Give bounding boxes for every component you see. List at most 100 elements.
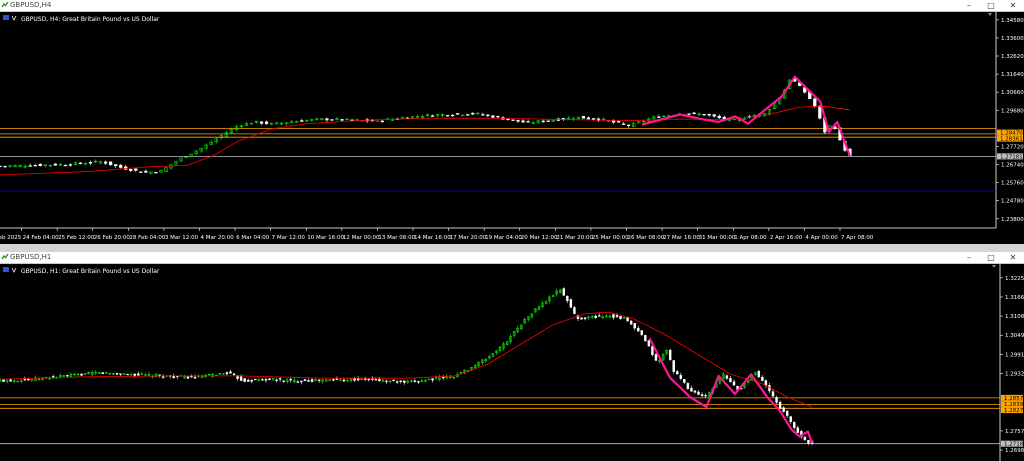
candle-body	[612, 314, 615, 318]
price-tick-label: 1.29680	[1001, 108, 1024, 114]
time-tick-label: 1 Apr 08:00	[734, 235, 767, 241]
minimize-button[interactable]: –	[958, 252, 980, 263]
candle-body	[134, 168, 138, 171]
candle-body	[581, 115, 586, 119]
candle-body	[796, 427, 800, 433]
price-tick-label: 1.27570	[1005, 429, 1024, 435]
chart-header: GBPUSD, H4: Great Britain Pound vs US Do…	[3, 15, 160, 23]
candle-body	[729, 378, 732, 382]
candle-body	[53, 163, 57, 166]
candle-body	[637, 327, 640, 332]
price-tick-label: 1.31665	[1005, 295, 1024, 301]
candle-body	[566, 295, 569, 302]
candle-body	[583, 317, 587, 320]
close-button[interactable]: ✕	[1002, 252, 1024, 263]
candle-body	[782, 407, 785, 412]
time-tick-label: 7 Mar 12:00	[272, 235, 306, 241]
candle-body	[442, 376, 445, 379]
candle-body	[190, 376, 193, 378]
candle-body	[732, 381, 736, 386]
candle-body	[657, 116, 661, 118]
window-titlebar[interactable]: GBPUSD,H4 – □ ✕	[0, 0, 1024, 12]
candle-body	[126, 373, 129, 376]
minimize-button[interactable]: –	[958, 0, 980, 11]
time-tick-label: 3 Mar 12:00	[165, 235, 199, 241]
candle-body	[380, 120, 384, 122]
candle-body	[516, 119, 520, 122]
candle-body	[615, 315, 619, 317]
window-title: GBPUSD,H1	[10, 253, 52, 261]
time-tick-label: 20 Mar 12:00	[521, 235, 558, 241]
candle-body	[586, 117, 591, 120]
candle-body	[282, 380, 285, 382]
time-tick-label: 7 Apr 08:00	[841, 235, 874, 241]
candle-body	[115, 373, 119, 375]
candle-body	[139, 171, 143, 173]
candle-body	[619, 315, 622, 320]
candle-body	[712, 114, 716, 117]
candle-body	[725, 375, 729, 379]
candle-body	[78, 162, 83, 165]
price-chart-h1[interactable]: GBPUSD, H1: Great Britain Pound vs US Do…	[0, 264, 1024, 461]
candle-body	[456, 113, 460, 115]
candle-body	[186, 376, 190, 379]
price-tick-label: 1.31640	[1001, 72, 1024, 78]
candle-body	[430, 115, 435, 117]
price-tick-label: 1.29325	[1005, 371, 1024, 377]
candle-body	[668, 349, 672, 360]
candle-body	[0, 165, 2, 168]
candle-body	[573, 307, 576, 315]
candle-body	[144, 170, 148, 173]
candle-body	[644, 334, 647, 342]
candle-body	[330, 119, 334, 121]
window-titlebar[interactable]: GBPUSD,H1 – □ ✕	[0, 252, 1024, 264]
candle-body	[154, 172, 158, 174]
candle-body	[307, 380, 310, 382]
price-label: 1.28361	[1000, 137, 1023, 143]
candle-body	[807, 440, 810, 444]
price-chart-h4[interactable]: GBPUSD, H4: Great Britain Pound vs US Do…	[0, 12, 1024, 244]
candle-body	[335, 378, 339, 381]
price-label: 1.28272	[1004, 408, 1024, 414]
candle-body	[629, 320, 633, 325]
candle-body	[633, 323, 636, 329]
candle-body	[594, 315, 597, 319]
candle-body	[700, 394, 704, 396]
candle-body	[296, 381, 300, 383]
candle-body	[486, 114, 490, 117]
candle-body	[261, 379, 264, 381]
window-title: GBPUSD,H4	[10, 1, 52, 9]
candle-body	[119, 164, 123, 168]
candle-body	[193, 376, 197, 379]
candle-body	[403, 380, 406, 383]
candle-body	[317, 379, 321, 381]
price-tick-label: 1.30660	[1001, 90, 1024, 96]
candle-body	[119, 373, 122, 375]
candle-body	[491, 115, 495, 118]
price-label: 1.27181	[1004, 442, 1024, 448]
candle-body	[687, 113, 691, 115]
time-tick-label: 4 Apr 00:00	[805, 235, 838, 241]
candle-body	[33, 165, 37, 167]
maximize-button[interactable]: □	[980, 252, 1002, 263]
chart-window-h1[interactable]: GBPUSD,H1 – □ ✕ GBPUSD, H1: Great Britai…	[0, 252, 1024, 461]
candle-body	[28, 165, 32, 167]
candle-body	[569, 299, 573, 308]
close-button[interactable]: ✕	[1002, 0, 1024, 11]
chart-window-h4[interactable]: GBPUSD,H4 – □ ✕ GBPUSD, H4: Great Britai…	[0, 0, 1024, 244]
candle-body	[259, 121, 264, 124]
candle-body	[654, 354, 658, 361]
candle-body	[364, 378, 367, 380]
candle-body	[332, 379, 335, 381]
candle-body	[367, 378, 370, 381]
time-tick-label: 6 Mar 04:00	[236, 235, 270, 241]
candle-body	[598, 315, 601, 317]
candle-body	[771, 391, 775, 397]
candle-body	[627, 124, 631, 127]
candle-body	[246, 379, 250, 382]
candle-body	[109, 161, 113, 166]
candle-body	[101, 372, 105, 375]
candle-body	[243, 378, 246, 382]
maximize-button[interactable]: □	[980, 0, 1002, 11]
candle-body	[446, 115, 450, 117]
